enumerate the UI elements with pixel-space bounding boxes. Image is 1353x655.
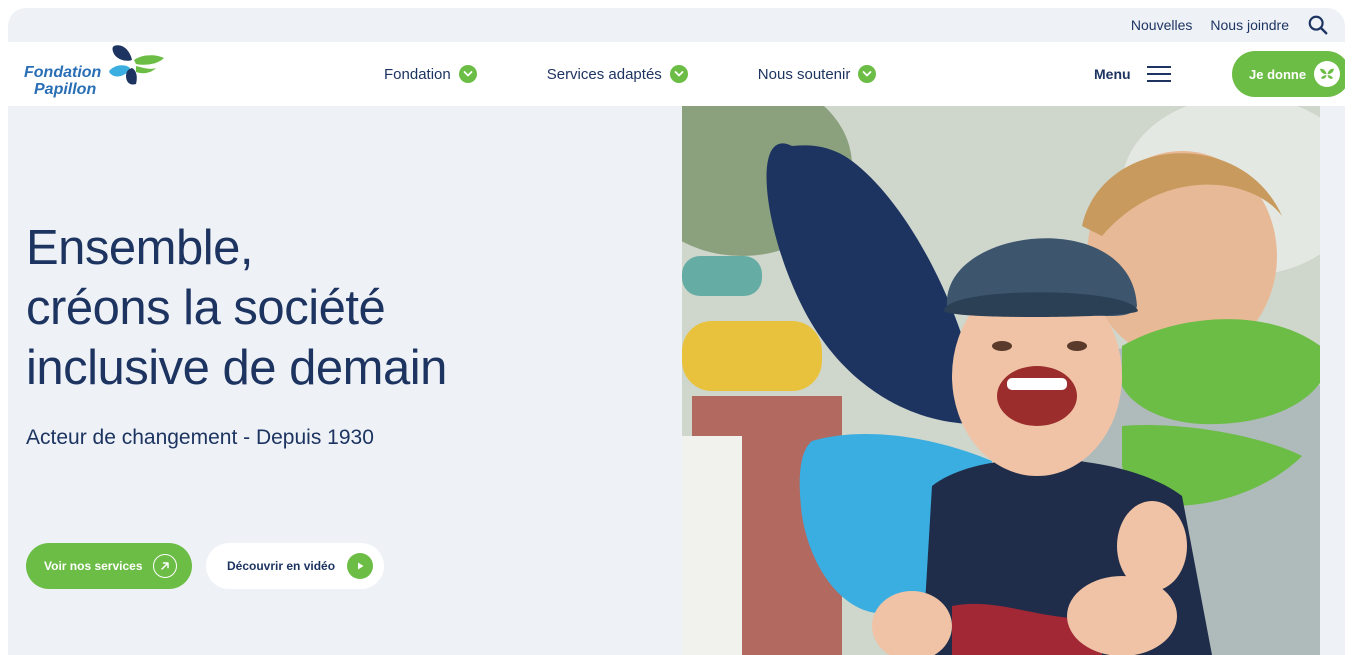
hero-photo — [682, 106, 1320, 655]
hero-title: Ensemble, créons la société inclusive de… — [26, 218, 447, 398]
nav-item-support[interactable]: Nous soutenir — [758, 65, 877, 83]
nav-item-label: Services adaptés — [546, 65, 662, 83]
logo-line-2: Papillon — [34, 81, 97, 98]
arrow-up-right-icon — [152, 554, 177, 578]
logo[interactable]: Fondation Papillon — [24, 44, 174, 104]
search-icon[interactable] — [1307, 14, 1329, 36]
donate-button[interactable]: Je donne — [1232, 51, 1345, 97]
hamburger-icon — [1146, 66, 1171, 82]
nav-item-services[interactable]: Services adaptés — [547, 65, 688, 83]
view-services-label: Voir nos services — [44, 559, 143, 573]
butterfly-logo-icon — [109, 45, 164, 85]
chevron-down-icon — [458, 65, 477, 83]
contact-link[interactable]: Nous joindre — [1210, 17, 1289, 33]
chevron-down-icon — [669, 65, 688, 83]
hero-title-line: Ensemble, — [26, 221, 254, 275]
nav-item-fondation[interactable]: Fondation — [384, 65, 477, 83]
hero-subtitle: Acteur de changement - Depuis 1930 — [26, 426, 374, 449]
logo-line-1: Fondation — [24, 64, 102, 81]
hero-photo-illustration — [682, 106, 1320, 655]
main-nav: Fondation Services adaptés Nous soutenir — [384, 42, 946, 106]
watch-video-label: Découvrir en vidéo — [227, 559, 336, 573]
donate-label: Je donne — [1249, 66, 1307, 82]
page-frame: Nouvelles Nous joindre Fondation Papillo… — [8, 8, 1345, 655]
utility-bar: Nouvelles Nous joindre — [8, 8, 1345, 42]
menu-button[interactable]: Menu — [1094, 42, 1171, 106]
hero-title-line: inclusive de demain — [26, 341, 447, 395]
play-icon — [347, 553, 374, 579]
chevron-down-icon — [858, 65, 877, 83]
nav-item-label: Nous soutenir — [757, 65, 851, 83]
main-header: Fondation Papillon Fondation Services ad… — [8, 42, 1345, 106]
view-services-button[interactable]: Voir nos services — [26, 543, 192, 589]
watch-video-button[interactable]: Découvrir en vidéo — [206, 543, 384, 589]
logo-wordmark: Fondation Papillon — [24, 64, 101, 98]
news-link[interactable]: Nouvelles — [1131, 17, 1192, 33]
nav-item-label: Fondation — [384, 65, 451, 83]
menu-label: Menu — [1094, 66, 1131, 82]
butterfly-icon — [1314, 61, 1341, 87]
hero-title-line: créons la société — [26, 281, 386, 335]
